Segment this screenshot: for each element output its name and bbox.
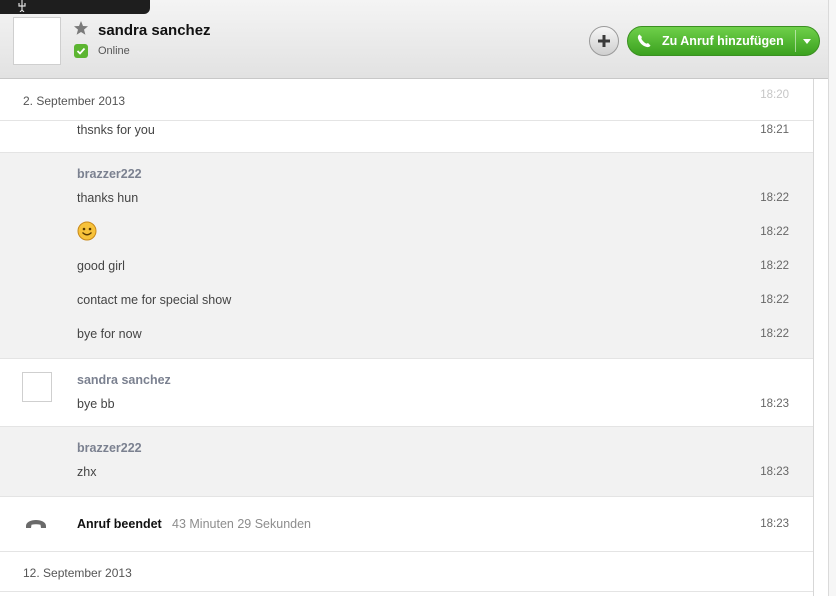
message-time: 18:23	[760, 518, 789, 530]
status-text: Online	[98, 45, 130, 57]
message-group: sandra sanchez bye bb 18:23	[0, 358, 813, 427]
message-time: 18:22	[760, 192, 789, 204]
button-divider	[795, 30, 796, 52]
smiley-emoji-icon	[77, 221, 97, 241]
sender-name: sandra sanchez	[77, 373, 171, 387]
message-time: 18:22	[760, 294, 789, 306]
sender-name: brazzer222	[77, 441, 142, 455]
message-time: 18:21	[760, 124, 789, 136]
contact-name: sandra sanchez	[98, 22, 211, 39]
date-label: 2. September 2013	[23, 94, 126, 108]
call-ended-event: Anruf beendet 43 Minuten 29 Sekunden 18:…	[0, 496, 813, 552]
window-edge	[828, 0, 836, 596]
message-time: 18:23	[760, 398, 789, 410]
message-text: bye bb	[77, 397, 115, 411]
message-text: thsnks for you	[77, 123, 155, 137]
message-time: 18:22	[760, 328, 789, 340]
hangup-phone-icon	[26, 520, 46, 528]
message-text: contact me for special show	[77, 293, 232, 307]
message-time: 18:22	[760, 226, 789, 238]
message-text: zhx	[77, 465, 97, 479]
window-tab	[0, 0, 150, 14]
message-text: thanks hun	[77, 191, 139, 205]
add-to-call-label: Zu Anruf hinzufügen	[662, 34, 784, 48]
chat-history[interactable]: 2. September 2013 18:20 thsnks for you 1…	[0, 79, 813, 596]
message-group: brazzer222 zhx 18:23	[0, 427, 813, 496]
message-time: 18:23	[760, 466, 789, 478]
message-group: brazzer222 thanks hun 18:22 18:22 good g…	[0, 153, 813, 358]
message-time: 18:20	[760, 89, 789, 101]
usb-icon	[18, 0, 26, 12]
call-duration: 43 Minuten 29 Sekunden	[172, 517, 311, 531]
call-ended-label: Anruf beendet	[77, 517, 162, 531]
phone-icon	[637, 34, 651, 48]
sender-name: brazzer222	[77, 167, 142, 181]
add-people-button[interactable]	[589, 26, 619, 56]
favorite-star-icon[interactable]	[73, 20, 89, 36]
message-group: thsnks for you 18:21	[0, 121, 813, 153]
date-separator: 2. September 2013 18:20	[0, 79, 813, 121]
message-text: bye for now	[77, 327, 142, 341]
message-text: good girl	[77, 259, 125, 273]
chevron-down-icon[interactable]	[802, 36, 812, 46]
date-label: 12. September 2013	[23, 566, 132, 580]
online-status-icon	[74, 44, 88, 58]
contact-avatar[interactable]	[13, 17, 61, 65]
sender-avatar[interactable]	[22, 372, 52, 402]
message-time: 18:22	[760, 260, 789, 272]
plus-icon	[598, 35, 610, 47]
date-separator: 12. September 2013	[0, 552, 813, 592]
add-to-call-button[interactable]: Zu Anruf hinzufügen	[627, 26, 820, 56]
